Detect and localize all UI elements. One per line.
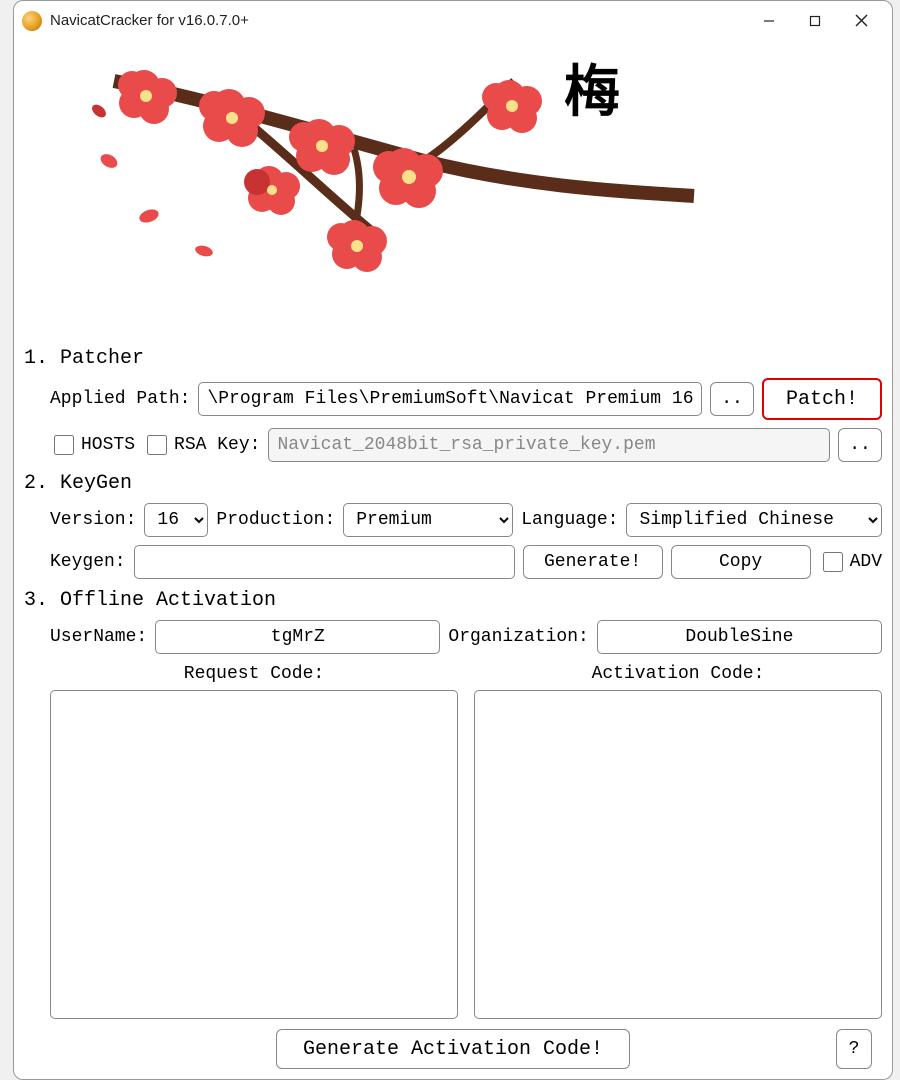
rsa-label: RSA Key: [174, 435, 260, 455]
production-select[interactable]: Premium [343, 503, 513, 537]
adv-checkbox[interactable] [823, 552, 843, 572]
rsa-checkbox-wrap[interactable]: RSA Key: [143, 432, 260, 458]
hosts-label: HOSTS [81, 435, 135, 455]
hosts-checkbox[interactable] [54, 435, 74, 455]
calligraphy-text: 梅 [564, 62, 620, 124]
language-select[interactable]: Simplified Chinese [626, 503, 882, 537]
plum-blossom-icon: 梅 [54, 41, 704, 301]
app-icon [22, 11, 42, 31]
version-select[interactable]: 16 [144, 503, 208, 537]
keygen-label: Keygen: [50, 552, 126, 572]
hosts-checkbox-wrap[interactable]: HOSTS [50, 432, 135, 458]
minimize-button[interactable] [746, 1, 792, 41]
version-label: Version: [50, 510, 136, 530]
adv-label: ADV [850, 552, 882, 572]
maximize-button[interactable] [792, 1, 838, 41]
close-button[interactable] [838, 1, 884, 41]
activation-section-title: 3. Offline Activation [24, 589, 882, 612]
activation-code-textarea[interactable] [474, 690, 882, 1019]
request-code-textarea[interactable] [50, 690, 458, 1019]
titlebar: NavicatCracker for v16.0.7.0+ [14, 1, 892, 41]
organization-input[interactable] [597, 620, 882, 654]
patcher-section-title: 1. Patcher [24, 347, 882, 370]
browse-path-button[interactable]: .. [710, 382, 754, 416]
window-title: NavicatCracker for v16.0.7.0+ [50, 12, 746, 29]
request-code-label: Request Code: [50, 664, 458, 684]
generate-key-button[interactable]: Generate! [523, 545, 663, 579]
rsa-checkbox[interactable] [147, 435, 167, 455]
applied-path-input[interactable] [198, 382, 702, 416]
keygen-input[interactable] [134, 545, 515, 579]
copy-key-button[interactable]: Copy [671, 545, 811, 579]
username-input[interactable] [155, 620, 440, 654]
banner-image: 梅 [14, 41, 892, 341]
adv-checkbox-wrap[interactable]: ADV [819, 549, 882, 575]
keygen-section-title: 2. KeyGen [24, 472, 882, 495]
generate-activation-button[interactable]: Generate Activation Code! [276, 1029, 630, 1069]
username-label: UserName: [50, 627, 147, 647]
browse-rsa-button[interactable]: .. [838, 428, 882, 462]
applied-path-label: Applied Path: [50, 389, 190, 409]
language-label: Language: [521, 510, 618, 530]
activation-code-label: Activation Code: [474, 664, 882, 684]
app-window: NavicatCracker for v16.0.7.0+ [13, 0, 893, 1080]
content-area: 1. Patcher Applied Path: .. Patch! HOSTS… [14, 341, 892, 1079]
help-button[interactable]: ? [836, 1029, 872, 1069]
patch-button[interactable]: Patch! [762, 378, 882, 420]
production-label: Production: [216, 510, 335, 530]
organization-label: Organization: [448, 627, 588, 647]
rsa-key-input [268, 428, 830, 462]
